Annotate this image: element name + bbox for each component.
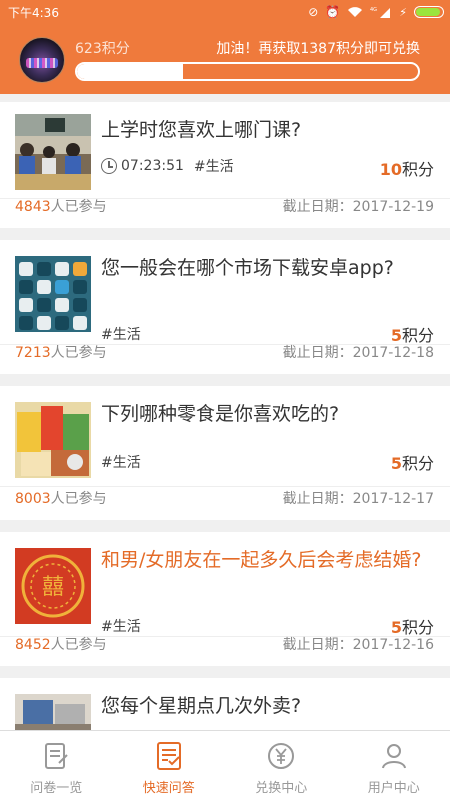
nav-label: 快速问答: [142, 781, 195, 796]
checklist-icon: [156, 742, 181, 770]
question-title: 上学时您喜欢上哪门课?: [101, 119, 302, 141]
points-unit: 积分: [401, 160, 434, 179]
question-points: 5积分: [391, 450, 434, 474]
participants-suffix: 人已参与: [50, 491, 107, 507]
question-meta: #生活: [101, 324, 141, 344]
points-unit: 积分: [401, 454, 434, 473]
points-progress-bar: [75, 62, 420, 81]
deadline: 截止日期：2017-12-18: [282, 345, 434, 361]
bottom-nav: 问卷一览 快速问答 兑换中心 用户中心: [0, 730, 450, 800]
nav-label: 兑换中心: [255, 781, 308, 796]
deadline: 截止日期：2017-12-16: [282, 637, 434, 653]
participants-suffix: 人已参与: [50, 199, 107, 215]
participants-count: 8452: [15, 637, 51, 653]
question-card[interactable]: 上学时您喜欢上哪门课? 07:23:51 #生活 10积分 4843人已参与 截…: [0, 102, 450, 228]
wedding-photo: 囍: [15, 548, 91, 624]
signal-icon: 4G: [370, 6, 392, 18]
participants-count: 4843: [15, 199, 51, 215]
points-progress-fill: [77, 64, 183, 79]
status-icons: ⊘ ⏰ 4G ⚡: [308, 5, 444, 19]
participants-suffix: 人已参与: [50, 345, 107, 361]
question-title: 和男/女朋友在一起多久后会考虑结婚?: [101, 549, 422, 571]
nav-item-quick-qa[interactable]: 快速问答: [113, 731, 226, 800]
question-card[interactable]: 囍 和男/女朋友在一起多久后会考虑结婚? #生活 5积分 8452人已参与 截止…: [0, 532, 450, 666]
wifi-icon: [347, 6, 363, 18]
question-footer: 7213人已参与 截止日期：2017-12-18: [15, 342, 434, 362]
snacks-photo: [15, 402, 91, 478]
countdown: 07:23:51: [101, 158, 184, 174]
deadline: 截止日期：2017-12-19: [282, 199, 434, 215]
question-points: 10积分: [380, 156, 434, 180]
participants-suffix: 人已参与: [50, 637, 107, 653]
status-bar: 下午4:36 ⊘ ⏰ 4G ⚡: [0, 0, 450, 24]
question-tag[interactable]: #生活: [101, 452, 141, 472]
question-title: 您一般会在哪个市场下载安卓app?: [101, 257, 394, 279]
question-tag[interactable]: #生活: [194, 156, 234, 176]
question-card[interactable]: 下列哪种零食是你喜欢吃的? #生活 5积分 8003人已参与 截止日期：2017…: [0, 386, 450, 520]
nav-label: 用户中心: [367, 781, 420, 796]
classroom-photo: [15, 114, 91, 190]
battery-level: [416, 8, 440, 16]
participants-count: 8003: [15, 491, 51, 507]
yuan-icon: [268, 743, 295, 769]
nav-item-user-center[interactable]: 用户中心: [338, 731, 450, 800]
question-tag[interactable]: #生活: [101, 324, 141, 344]
question-list: 上学时您喜欢上哪门课? 07:23:51 #生活 10积分 4843人已参与 截…: [0, 94, 450, 800]
battery-icon: [414, 6, 444, 18]
question-meta: 07:23:51 #生活: [101, 156, 234, 176]
alarm-icon: ⏰: [325, 5, 341, 19]
clock-icon: [101, 158, 117, 174]
question-meta: #生活: [101, 452, 141, 472]
points-label: 623积分: [75, 41, 130, 57]
deadline: 截止日期：2017-12-17: [282, 491, 434, 507]
document-icon: [45, 743, 68, 769]
question-title: 您每个星期点几次外卖?: [101, 695, 302, 717]
points-value: 10: [379, 160, 402, 179]
avatar[interactable]: [19, 37, 65, 83]
divider: [0, 486, 450, 487]
question-footer: 8452人已参与 截止日期：2017-12-16: [15, 634, 434, 654]
question-footer: 8003人已参与 截止日期：2017-12-17: [15, 488, 434, 508]
points-value: 5: [390, 454, 402, 473]
question-card[interactable]: 您一般会在哪个市场下载安卓app? #生活 5积分 7213人已参与 截止日期：…: [0, 240, 450, 374]
nav-item-survey-list[interactable]: 问卷一览: [0, 731, 113, 800]
question-tag[interactable]: #生活: [101, 616, 141, 636]
nav-item-exchange-center[interactable]: 兑换中心: [225, 731, 338, 800]
network-type-label: 4G: [370, 7, 377, 13]
question-meta: #生活: [101, 616, 141, 636]
status-time: 下午4:36: [8, 5, 59, 20]
sync-off-icon: ⊘: [308, 5, 319, 19]
countdown-time: 07:23:51: [121, 158, 184, 174]
svg-text:囍: 囍: [42, 575, 64, 600]
nav-label: 问卷一览: [30, 781, 83, 796]
question-footer: 4843人已参与 截止日期：2017-12-19: [15, 196, 434, 216]
points-header: 623积分 加油！再获取1387积分即可兑换: [0, 24, 450, 94]
participants-count: 7213: [15, 345, 51, 361]
app-icons-photo: [15, 256, 91, 332]
encourage-text: 加油！再获取1387积分即可兑换: [216, 41, 420, 57]
user-icon: [381, 744, 406, 769]
question-title: 下列哪种零食是你喜欢吃的?: [101, 403, 340, 425]
charging-icon: ⚡: [399, 5, 407, 19]
